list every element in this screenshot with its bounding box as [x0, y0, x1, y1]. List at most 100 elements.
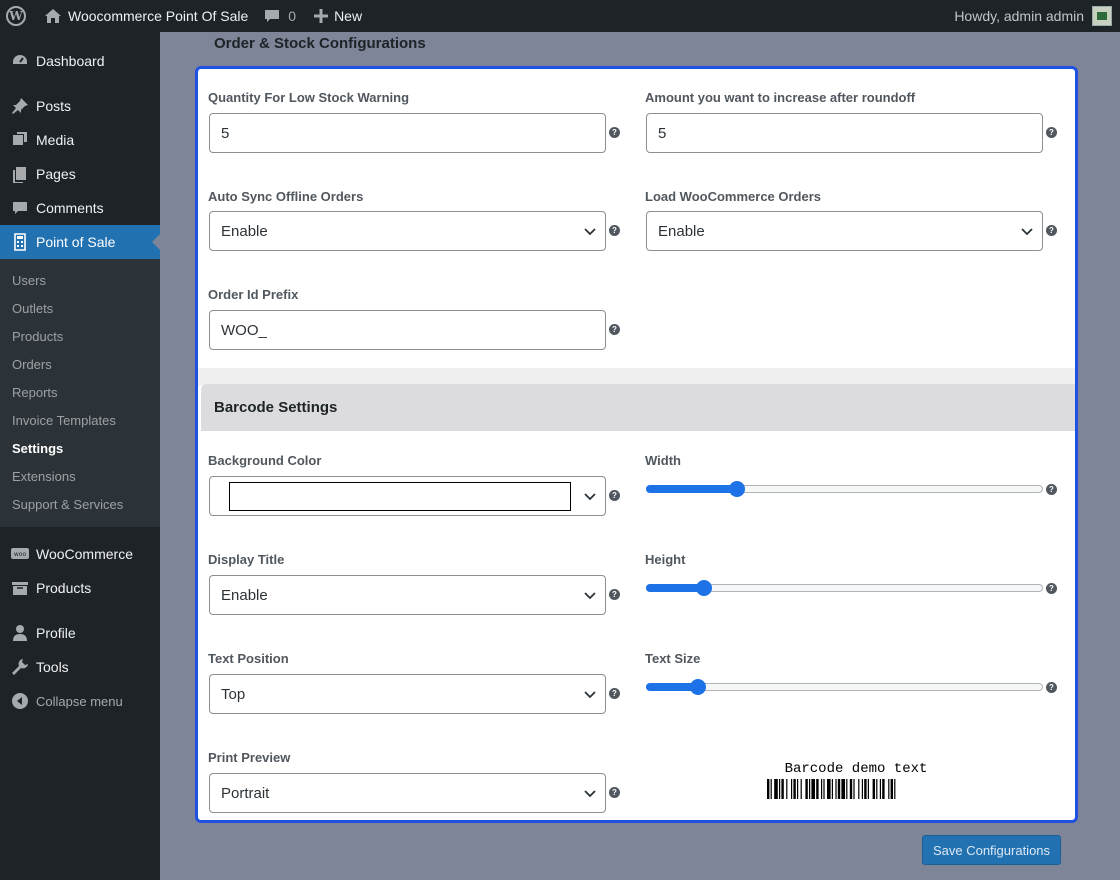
submenu-support-services[interactable]: Support & Services	[0, 491, 160, 519]
barcode-bar	[849, 779, 853, 799]
barcode-bar	[811, 779, 815, 799]
order-prefix-label: Order Id Prefix	[208, 287, 299, 302]
archive-icon	[10, 578, 30, 598]
low-stock-input[interactable]: 5	[209, 113, 606, 153]
barcode-bar	[779, 779, 781, 799]
help-icon[interactable]: ?	[609, 225, 620, 236]
auto-sync-select[interactable]: Enable	[209, 211, 606, 251]
submenu-orders[interactable]: Orders	[0, 351, 160, 379]
background-color-picker[interactable]	[209, 476, 606, 516]
help-icon[interactable]: ?	[609, 324, 620, 335]
chevron-down-icon	[584, 592, 596, 600]
new-content-button[interactable]: New	[304, 0, 370, 32]
display-title-value: Enable	[221, 586, 268, 604]
comment-icon	[265, 10, 280, 22]
help-icon[interactable]: ?	[609, 127, 620, 138]
help-icon[interactable]: ?	[1046, 225, 1057, 236]
help-icon[interactable]: ?	[609, 490, 620, 501]
menu-products[interactable]: Products	[0, 571, 160, 605]
menu-posts[interactable]: Posts	[0, 89, 160, 123]
help-icon[interactable]: ?	[1046, 484, 1057, 495]
barcode-bar	[888, 779, 890, 799]
barcode-image	[767, 779, 896, 799]
menu-tools[interactable]: Tools	[0, 650, 160, 684]
barcode-settings-title: Barcode Settings	[214, 399, 338, 416]
roundoff-input[interactable]: 5	[646, 113, 1043, 153]
chevron-down-icon	[1021, 228, 1033, 236]
site-name-link[interactable]: Woocommerce Point Of Sale	[34, 0, 256, 32]
help-icon[interactable]: ?	[1046, 583, 1057, 594]
height-label: Height	[645, 552, 686, 567]
menu-point-of-sale[interactable]: Point of Sale	[0, 225, 160, 259]
barcode-bar	[876, 779, 878, 799]
barcode-bar	[793, 779, 796, 799]
barcode-bar	[774, 779, 778, 799]
text-position-label: Text Position	[208, 651, 289, 666]
submenu-settings[interactable]: Settings	[0, 435, 160, 463]
collapse-icon	[10, 691, 30, 711]
text-size-slider[interactable]	[646, 677, 1043, 697]
comments-link[interactable]: 0	[256, 0, 304, 32]
help-icon[interactable]: ?	[609, 589, 620, 600]
avatar	[1092, 6, 1112, 26]
barcode-bar	[805, 779, 808, 799]
menu-profile[interactable]: Profile	[0, 616, 160, 650]
submenu-products[interactable]: Products	[0, 323, 160, 351]
display-title-select[interactable]: Enable	[209, 575, 606, 615]
comment-icon	[10, 198, 30, 218]
barcode-bar	[786, 779, 788, 799]
chevron-down-icon	[584, 493, 596, 501]
roundoff-label: Amount you want to increase after roundo…	[645, 90, 916, 105]
barcode-bar	[781, 779, 784, 799]
menu-pages[interactable]: Pages	[0, 157, 160, 191]
help-icon[interactable]: ?	[1046, 127, 1057, 138]
height-slider[interactable]	[646, 578, 1043, 598]
barcode-bar	[800, 779, 802, 799]
menu-woocommerce[interactable]: woo WooCommerce	[0, 537, 160, 571]
menu-label: Collapse menu	[36, 693, 123, 709]
width-slider[interactable]	[646, 479, 1043, 499]
menu-media[interactable]: Media	[0, 123, 160, 157]
help-icon[interactable]: ?	[609, 688, 620, 699]
color-swatch	[229, 482, 571, 511]
barcode-bar	[853, 779, 855, 799]
barcode-bar	[882, 779, 885, 799]
menu-label: Posts	[36, 98, 72, 114]
slider-thumb[interactable]	[689, 679, 706, 695]
barcode-preview: Barcode demo text	[756, 761, 956, 799]
barcode-bar	[835, 779, 837, 799]
print-preview-select[interactable]: Portrait	[209, 773, 606, 813]
submenu-reports[interactable]: Reports	[0, 379, 160, 407]
help-icon[interactable]: ?	[1046, 682, 1057, 693]
help-icon[interactable]: ?	[609, 787, 620, 798]
load-orders-select[interactable]: Enable	[646, 211, 1043, 251]
menu-comments[interactable]: Comments	[0, 191, 160, 225]
menu-label: Point of Sale	[36, 234, 116, 250]
menu-label: Profile	[36, 625, 76, 641]
wrench-icon	[10, 657, 30, 677]
slider-thumb[interactable]	[729, 481, 746, 497]
menu-label: WooCommerce	[36, 546, 133, 562]
chevron-down-icon	[584, 790, 596, 798]
barcode-bar	[823, 779, 825, 799]
chevron-down-icon	[584, 228, 596, 236]
submenu-users[interactable]: Users	[0, 267, 160, 295]
load-orders-value: Enable	[658, 222, 705, 240]
barcode-bar	[841, 779, 845, 799]
text-position-select[interactable]: Top	[209, 674, 606, 714]
my-account-menu[interactable]: Howdy, admin admin	[946, 0, 1120, 32]
submenu-invoice-templates[interactable]: Invoice Templates	[0, 407, 160, 435]
slider-thumb[interactable]	[695, 580, 712, 596]
wordpress-logo-button[interactable]: W	[0, 0, 34, 32]
collapse-menu-button[interactable]: Collapse menu	[0, 684, 160, 718]
menu-dashboard[interactable]: Dashboard	[0, 44, 160, 78]
submenu-outlets[interactable]: Outlets	[0, 295, 160, 323]
barcode-bar	[858, 779, 860, 799]
submenu-extensions[interactable]: Extensions	[0, 463, 160, 491]
order-prefix-input[interactable]: WOO_	[209, 310, 606, 350]
menu-label: Tools	[36, 659, 69, 675]
barcode-bar	[791, 779, 793, 799]
barcode-settings-header: Barcode Settings	[201, 384, 1075, 431]
pages-icon	[10, 164, 30, 184]
save-configurations-button[interactable]: Save Configurations	[922, 835, 1061, 865]
